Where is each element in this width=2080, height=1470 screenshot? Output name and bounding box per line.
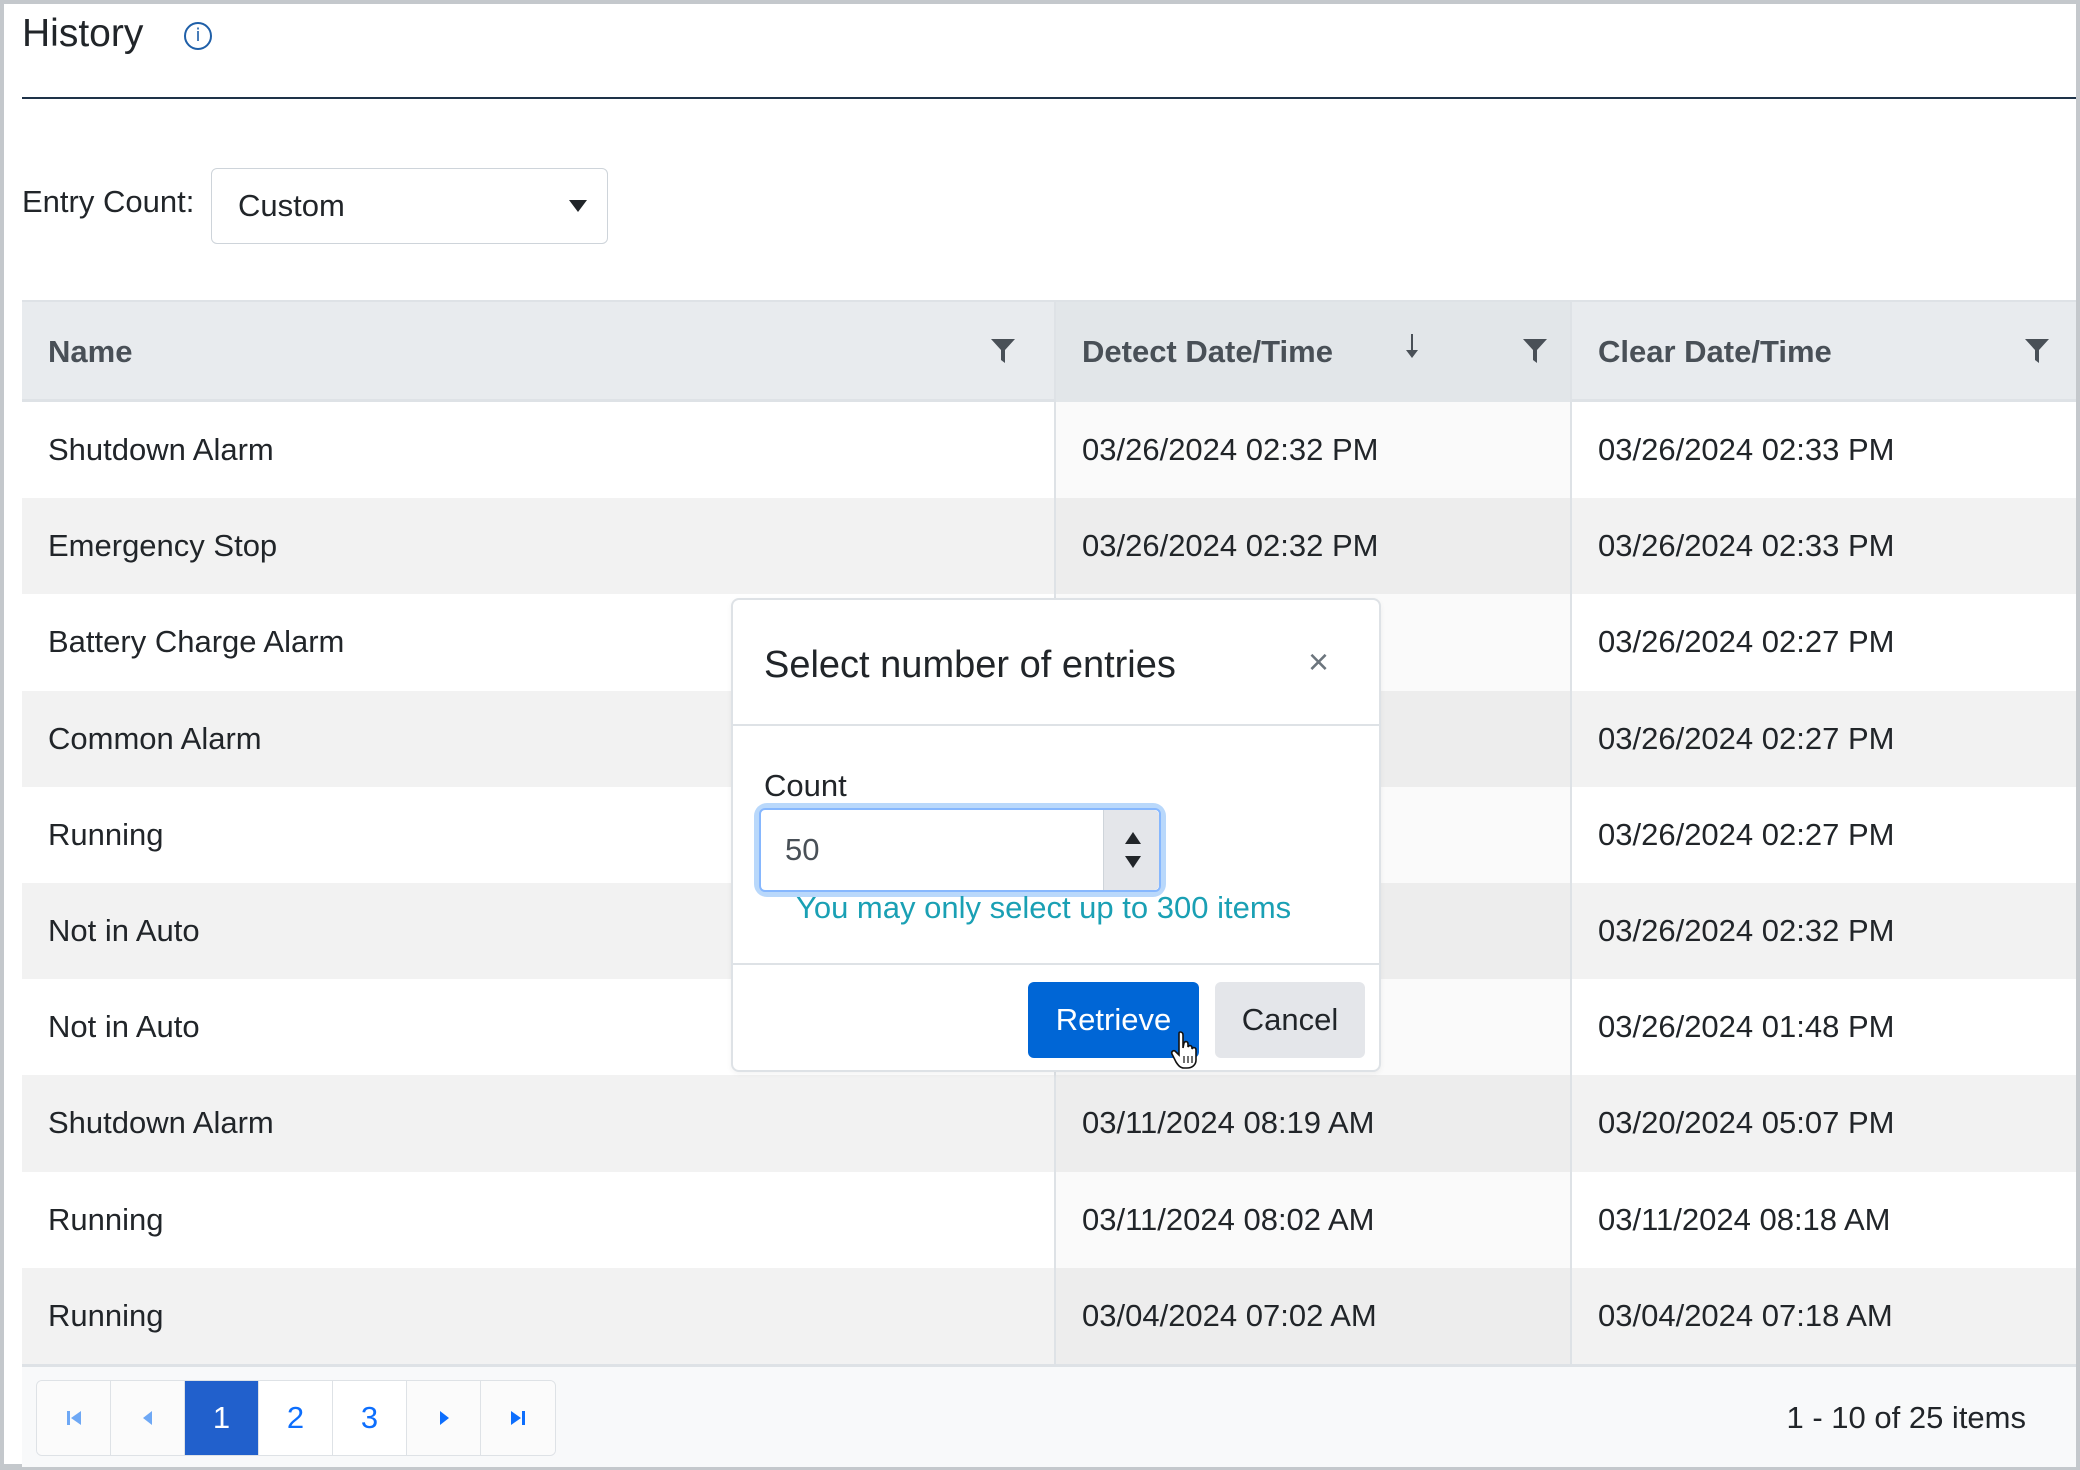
next-page-icon bbox=[439, 1411, 449, 1425]
cell-detect: 03/26/2024 02:32 PM bbox=[1054, 498, 1570, 595]
cell-clear: 03/26/2024 02:27 PM bbox=[1570, 594, 2076, 691]
cell-name: Running bbox=[48, 1297, 164, 1333]
entry-count-select[interactable]: Custom bbox=[211, 168, 608, 244]
cell-name: Running bbox=[48, 1201, 164, 1237]
close-icon[interactable]: × bbox=[1308, 644, 1329, 680]
page-button-2[interactable]: 2 bbox=[259, 1381, 333, 1455]
filter-icon[interactable] bbox=[1522, 338, 1548, 364]
table-row[interactable]: Running 03/04/2024 07:02 AM 03/04/2024 0… bbox=[22, 1267, 2076, 1364]
count-stepper[interactable] bbox=[1103, 810, 1159, 890]
prev-page-button[interactable] bbox=[111, 1381, 185, 1455]
cancel-button[interactable]: Cancel bbox=[1215, 982, 1365, 1058]
last-page-button[interactable] bbox=[481, 1381, 555, 1455]
page-title: History bbox=[22, 12, 144, 55]
cell-clear: 03/11/2024 08:18 AM bbox=[1570, 1171, 2076, 1268]
count-label: Count bbox=[764, 768, 847, 803]
cell-name: Shutdown Alarm bbox=[48, 1105, 274, 1141]
stepper-up-icon[interactable] bbox=[1125, 832, 1141, 844]
table-row[interactable]: Emergency Stop 03/26/2024 02:32 PM 03/26… bbox=[22, 498, 2076, 595]
cell-detect: 03/26/2024 02:32 PM bbox=[1054, 402, 1570, 499]
pagination: 1 2 3 bbox=[36, 1380, 556, 1456]
pagination-bar: 1 2 3 1 - 10 of 25 items bbox=[22, 1364, 2076, 1467]
modal-header: Select number of entries × bbox=[733, 600, 1379, 726]
cell-detect: 03/04/2024 07:02 AM bbox=[1054, 1267, 1570, 1364]
filter-icon[interactable] bbox=[990, 338, 1016, 364]
cell-clear: 03/26/2024 02:27 PM bbox=[1570, 690, 2076, 787]
sort-descending-icon[interactable] bbox=[1402, 332, 1422, 362]
pagination-info: 1 - 10 of 25 items bbox=[1786, 1400, 2026, 1435]
table-row[interactable]: Shutdown Alarm 03/11/2024 08:19 AM 03/20… bbox=[22, 1075, 2076, 1172]
column-header-name[interactable]: Name bbox=[22, 302, 1054, 402]
cell-clear: 03/04/2024 07:18 AM bbox=[1570, 1267, 2076, 1364]
select-entries-modal: Select number of entries × Count You may… bbox=[731, 598, 1381, 1072]
count-help-text: You may only select up to 300 items bbox=[796, 890, 1292, 925]
hand-pointer-cursor-icon bbox=[1170, 1031, 1197, 1069]
column-header-clear[interactable]: Clear Date/Time bbox=[1572, 302, 2076, 402]
cell-name: Emergency Stop bbox=[48, 528, 278, 564]
stepper-down-icon[interactable] bbox=[1125, 856, 1141, 868]
column-header-label: Clear Date/Time bbox=[1598, 334, 1832, 369]
cell-name: Shutdown Alarm bbox=[48, 432, 274, 467]
cell-clear: 03/26/2024 02:33 PM bbox=[1570, 498, 2076, 595]
last-page-icon bbox=[511, 1411, 525, 1425]
column-header-label: Name bbox=[48, 334, 133, 369]
info-icon[interactable]: i bbox=[184, 22, 212, 50]
count-field bbox=[759, 808, 1161, 892]
cell-detect: 03/11/2024 08:02 AM bbox=[1054, 1171, 1570, 1268]
count-input[interactable] bbox=[759, 808, 1161, 892]
modal-title: Select number of entries bbox=[764, 644, 1176, 686]
cell-clear: 03/26/2024 02:32 PM bbox=[1570, 882, 2076, 980]
column-header-label: Detect Date/Time bbox=[1082, 334, 1333, 369]
entry-count-label: Entry Count: bbox=[22, 184, 195, 219]
cell-clear: 03/26/2024 01:48 PM bbox=[1570, 979, 2076, 1076]
header-divider bbox=[22, 97, 2076, 99]
cell-clear: 03/26/2024 02:27 PM bbox=[1570, 786, 2076, 883]
first-page-button[interactable] bbox=[37, 1381, 111, 1455]
cell-clear: 03/26/2024 02:33 PM bbox=[1570, 402, 2076, 499]
table-row[interactable]: Running 03/11/2024 08:02 AM 03/11/2024 0… bbox=[22, 1171, 2076, 1268]
entry-count-value: Custom bbox=[238, 188, 345, 223]
prev-page-icon bbox=[142, 1411, 152, 1425]
cell-clear: 03/20/2024 05:07 PM bbox=[1570, 1075, 2076, 1172]
chevron-down-icon bbox=[569, 200, 587, 212]
next-page-button[interactable] bbox=[407, 1381, 481, 1455]
cell-detect: 03/11/2024 08:19 AM bbox=[1054, 1075, 1570, 1172]
filter-icon[interactable] bbox=[2024, 338, 2050, 364]
table-row[interactable]: Shutdown Alarm 03/26/2024 02:32 PM 03/26… bbox=[22, 402, 2076, 499]
modal-footer: Retrieve Cancel bbox=[733, 963, 1379, 1073]
page-button-1[interactable]: 1 bbox=[185, 1381, 259, 1455]
table-header: Name Detect Date/Time Clear Date/Time bbox=[22, 302, 2076, 402]
page-button-3[interactable]: 3 bbox=[333, 1381, 407, 1455]
column-header-detect[interactable]: Detect Date/Time bbox=[1056, 302, 1570, 402]
first-page-icon bbox=[66, 1411, 81, 1425]
